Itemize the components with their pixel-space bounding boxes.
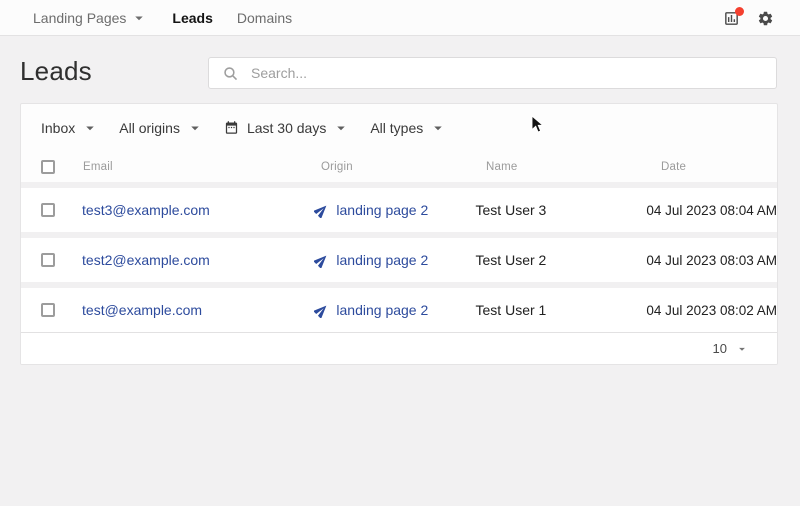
table-body: test3@example.com landing page 2 Test Us… [21,182,777,332]
nav-item-label: Leads [172,10,212,26]
rows-per-page-value: 10 [713,341,727,356]
analytics-button[interactable] [723,10,740,27]
search-box [208,57,777,89]
nav-item-label: Domains [237,10,292,26]
filter-label: All origins [119,120,180,136]
column-header-date: Date [661,161,777,173]
table-header: Email Origin Name Date [21,151,777,182]
nav-item-leads[interactable]: Leads [172,10,212,26]
nav-item-landing-pages[interactable]: Landing Pages [33,9,148,27]
origin-link[interactable]: landing page 2 [336,202,428,218]
search-icon [222,65,239,82]
leads-card: Inbox All origins Last 30 days All types [20,103,778,365]
chevron-down-icon [735,342,749,356]
table-row: test@example.com landing page 2 Test Use… [21,288,777,332]
origin-link[interactable]: landing page 2 [336,252,428,268]
lead-date: 04 Jul 2023 08:02 AM [646,303,777,318]
filter-label: All types [370,120,423,136]
lead-name: Test User 3 [476,202,547,218]
chevron-down-icon [332,119,350,137]
chevron-down-icon [81,119,99,137]
settings-button[interactable] [757,10,774,27]
filter-label: Inbox [41,120,75,136]
nav-item-label: Landing Pages [33,10,126,26]
email-link[interactable]: test3@example.com [82,202,210,218]
chevron-down-icon [186,119,204,137]
row-checkbox[interactable] [41,253,55,267]
row-checkbox[interactable] [41,203,55,217]
email-link[interactable]: test@example.com [82,302,202,318]
table-row: test3@example.com landing page 2 Test Us… [21,188,777,232]
gear-icon [757,10,774,27]
page-title: Leads [20,56,92,87]
filter-type-dropdown[interactable]: All types [370,119,447,137]
calendar-icon [224,120,239,135]
rows-per-page-dropdown[interactable]: 10 [713,341,749,356]
nav-item-domains[interactable]: Domains [237,10,292,26]
lead-name: Test User 1 [476,302,547,318]
filter-folder-dropdown[interactable]: Inbox [41,119,99,137]
column-header-origin: Origin [321,161,486,173]
filter-origin-dropdown[interactable]: All origins [119,119,204,137]
paper-plane-icon [314,303,329,318]
lead-date: 04 Jul 2023 08:04 AM [646,203,777,218]
topnav-icons [723,0,774,36]
search-input[interactable] [251,65,731,81]
lead-date: 04 Jul 2023 08:03 AM [646,253,777,268]
paper-plane-icon [314,203,329,218]
filter-bar: Inbox All origins Last 30 days All types [21,104,777,151]
paper-plane-icon [314,253,329,268]
chevron-down-icon [130,9,148,27]
filter-date-range-dropdown[interactable]: Last 30 days [224,119,350,137]
email-link[interactable]: test2@example.com [82,252,210,268]
column-header-email: Email [83,161,321,173]
table-footer: 10 [21,332,777,364]
chevron-down-icon [429,119,447,137]
origin-link[interactable]: landing page 2 [336,302,428,318]
column-header-name: Name [486,161,661,173]
lead-name: Test User 2 [476,252,547,268]
filter-label: Last 30 days [247,120,326,136]
top-nav: Landing Pages Leads Domains [0,0,800,36]
select-all-checkbox[interactable] [41,160,55,174]
row-checkbox[interactable] [41,303,55,317]
notification-dot [735,7,744,16]
table-row: test2@example.com landing page 2 Test Us… [21,238,777,282]
